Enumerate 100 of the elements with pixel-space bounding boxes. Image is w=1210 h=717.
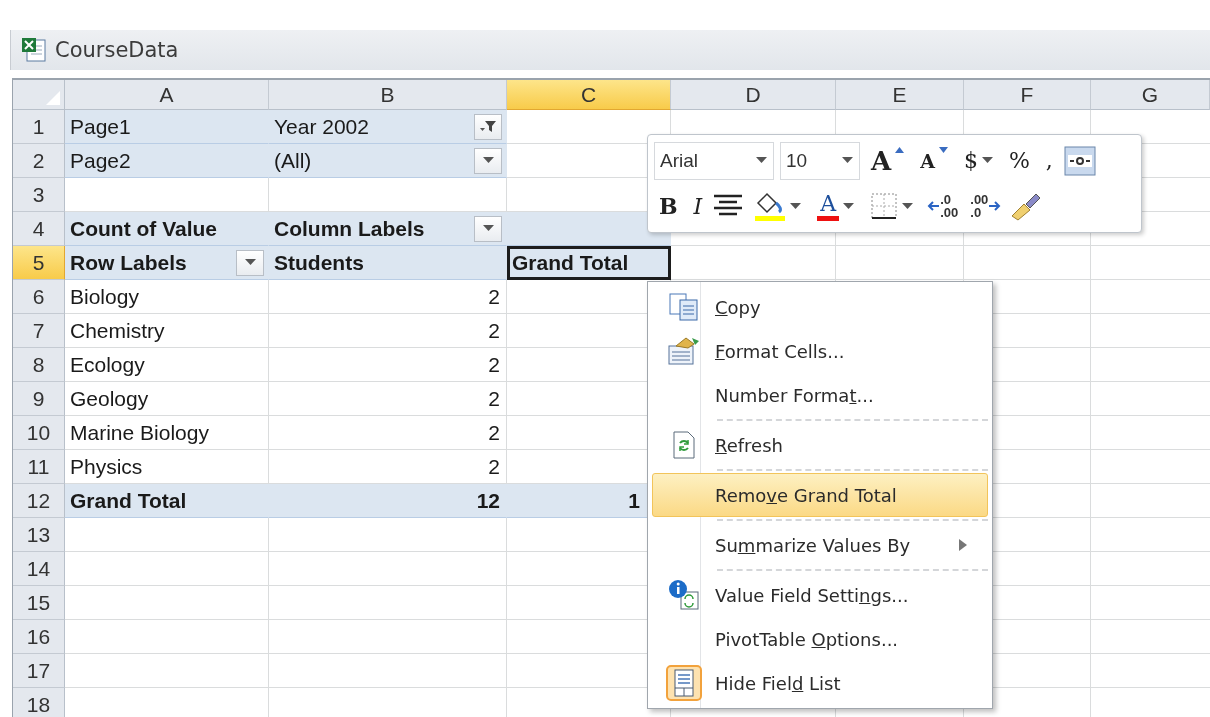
filter-icon bbox=[479, 118, 497, 135]
dropdown-button[interactable] bbox=[474, 147, 502, 174]
table-cell: Geology bbox=[65, 382, 269, 416]
row-header[interactable]: 1 bbox=[13, 110, 65, 144]
increase-decimal-button[interactable]: .00 .0 bbox=[967, 193, 1005, 220]
menu-label: Copy bbox=[715, 296, 762, 318]
row-header[interactable]: 9 bbox=[13, 382, 65, 416]
caret-icon bbox=[756, 157, 767, 165]
table-cell: Students bbox=[269, 246, 507, 280]
submenu-arrow-icon bbox=[959, 539, 967, 551]
row-header[interactable]: 17 bbox=[13, 654, 65, 688]
menu-item[interactable]: Hide Field List bbox=[652, 661, 988, 705]
menu-label: Format Cells... bbox=[715, 340, 846, 362]
column-header[interactable]: C bbox=[507, 80, 671, 110]
menu-item[interactable]: PivotTable Options... bbox=[652, 617, 988, 661]
table-cell: Biology bbox=[65, 280, 269, 314]
menu-item[interactable]: Value Field Settings... bbox=[652, 573, 988, 617]
menu-item[interactable]: Format Cells... bbox=[652, 329, 988, 373]
column-header[interactable]: E bbox=[836, 80, 964, 110]
row-header[interactable]: 4 bbox=[13, 212, 65, 246]
table-cell: Ecology bbox=[65, 348, 269, 382]
format-button[interactable]: $ bbox=[958, 142, 998, 179]
table-cell: Count of Value bbox=[65, 212, 269, 246]
row-header[interactable]: 14 bbox=[13, 552, 65, 586]
right-arrow-icon bbox=[989, 201, 1002, 212]
menu-item[interactable]: Summarize Values By bbox=[652, 523, 988, 567]
row-header[interactable]: 6 bbox=[13, 280, 65, 314]
column-header[interactable]: G bbox=[1091, 80, 1210, 110]
row-header[interactable]: 3 bbox=[13, 178, 65, 212]
filter-button[interactable] bbox=[474, 113, 502, 140]
format-button[interactable]: I bbox=[688, 188, 708, 225]
row-header[interactable]: 12 bbox=[13, 484, 65, 518]
dropdown-button[interactable] bbox=[236, 249, 264, 276]
table-cell: Page2 bbox=[65, 144, 269, 178]
corner-triangle-icon bbox=[46, 91, 60, 105]
shrink-font-button[interactable]: A bbox=[915, 142, 953, 179]
format-button[interactable]: % bbox=[1003, 142, 1035, 179]
row-header[interactable]: 7 bbox=[13, 314, 65, 348]
row-header[interactable]: 2 bbox=[13, 144, 65, 178]
cell-text: Row Labels bbox=[70, 250, 187, 275]
table-cell: 12 bbox=[269, 484, 507, 518]
info-icon bbox=[668, 579, 700, 611]
table-cell: 2 bbox=[269, 382, 507, 416]
menu-item[interactable]: Remove Grand Total bbox=[652, 473, 988, 517]
cell-text: Column Labels bbox=[274, 216, 425, 241]
table-cell: Page1 bbox=[65, 110, 269, 144]
row-header[interactable]: 15 bbox=[13, 586, 65, 620]
triangle-icon bbox=[938, 146, 948, 153]
row-header[interactable]: 13 bbox=[13, 518, 65, 552]
row-header[interactable]: 16 bbox=[13, 620, 65, 654]
format-cells-icon bbox=[668, 336, 700, 366]
grow-font-button[interactable]: A bbox=[866, 142, 910, 179]
column-header[interactable]: B bbox=[269, 80, 507, 110]
row-header[interactable]: 5 bbox=[13, 246, 65, 280]
caret-icon bbox=[244, 259, 256, 266]
borders-icon bbox=[870, 192, 899, 221]
table-cell: Grand Total bbox=[65, 484, 269, 518]
font-color-button[interactable]: A bbox=[812, 188, 860, 225]
caret-icon bbox=[482, 225, 494, 232]
menu-label: Value Field Settings... bbox=[715, 584, 910, 606]
left-arrow-icon bbox=[927, 201, 940, 212]
column-header[interactable]: A bbox=[65, 80, 269, 110]
font-size-field[interactable]: 10 bbox=[780, 141, 860, 180]
window-title: CourseData bbox=[55, 38, 179, 62]
cell-text: (All) bbox=[274, 148, 312, 173]
font-field[interactable]: Arial bbox=[654, 141, 774, 180]
triangle-icon bbox=[895, 146, 905, 153]
refresh-icon bbox=[672, 431, 696, 459]
menu-label: Hide Field List bbox=[715, 672, 842, 694]
copy-icon bbox=[669, 293, 699, 321]
table-cell: 2 bbox=[269, 416, 507, 450]
menu-label: Refresh bbox=[715, 434, 784, 456]
menu-label: Summarize Values By bbox=[715, 534, 912, 556]
cell-text: Year 2002 bbox=[274, 114, 369, 139]
merge-center-icon[interactable] bbox=[1063, 145, 1096, 176]
caret-icon bbox=[842, 157, 853, 165]
paint-bucket-icon bbox=[754, 190, 787, 223]
table-cell: 2 bbox=[269, 280, 507, 314]
format-button[interactable]: B bbox=[654, 188, 683, 225]
spreadsheet-icon bbox=[21, 37, 47, 63]
field-list-icon bbox=[674, 669, 694, 697]
column-header[interactable]: D bbox=[671, 80, 836, 110]
menu-label: Remove Grand Total bbox=[715, 484, 898, 506]
table-cell: 2 bbox=[269, 348, 507, 382]
table-cell: Grand Total bbox=[507, 246, 671, 280]
dropdown-button[interactable] bbox=[474, 215, 502, 242]
decrease-decimal-button[interactable]: .0 .00 bbox=[924, 193, 962, 220]
menu-item[interactable]: Refresh bbox=[652, 423, 988, 467]
row-header[interactable]: 18 bbox=[13, 688, 65, 717]
caret-icon bbox=[482, 157, 494, 164]
table-cell: Marine Biology bbox=[65, 416, 269, 450]
format-button[interactable]: , bbox=[1040, 142, 1058, 179]
menu-label: Number Format... bbox=[715, 384, 875, 406]
row-header[interactable]: 11 bbox=[13, 450, 65, 484]
menu-label: PivotTable Options... bbox=[715, 628, 900, 650]
row-header[interactable]: 10 bbox=[13, 416, 65, 450]
column-header[interactable]: F bbox=[964, 80, 1091, 110]
menu-item[interactable]: Number Format... bbox=[652, 373, 988, 417]
menu-item[interactable]: Copy bbox=[652, 285, 988, 329]
row-header[interactable]: 8 bbox=[13, 348, 65, 382]
